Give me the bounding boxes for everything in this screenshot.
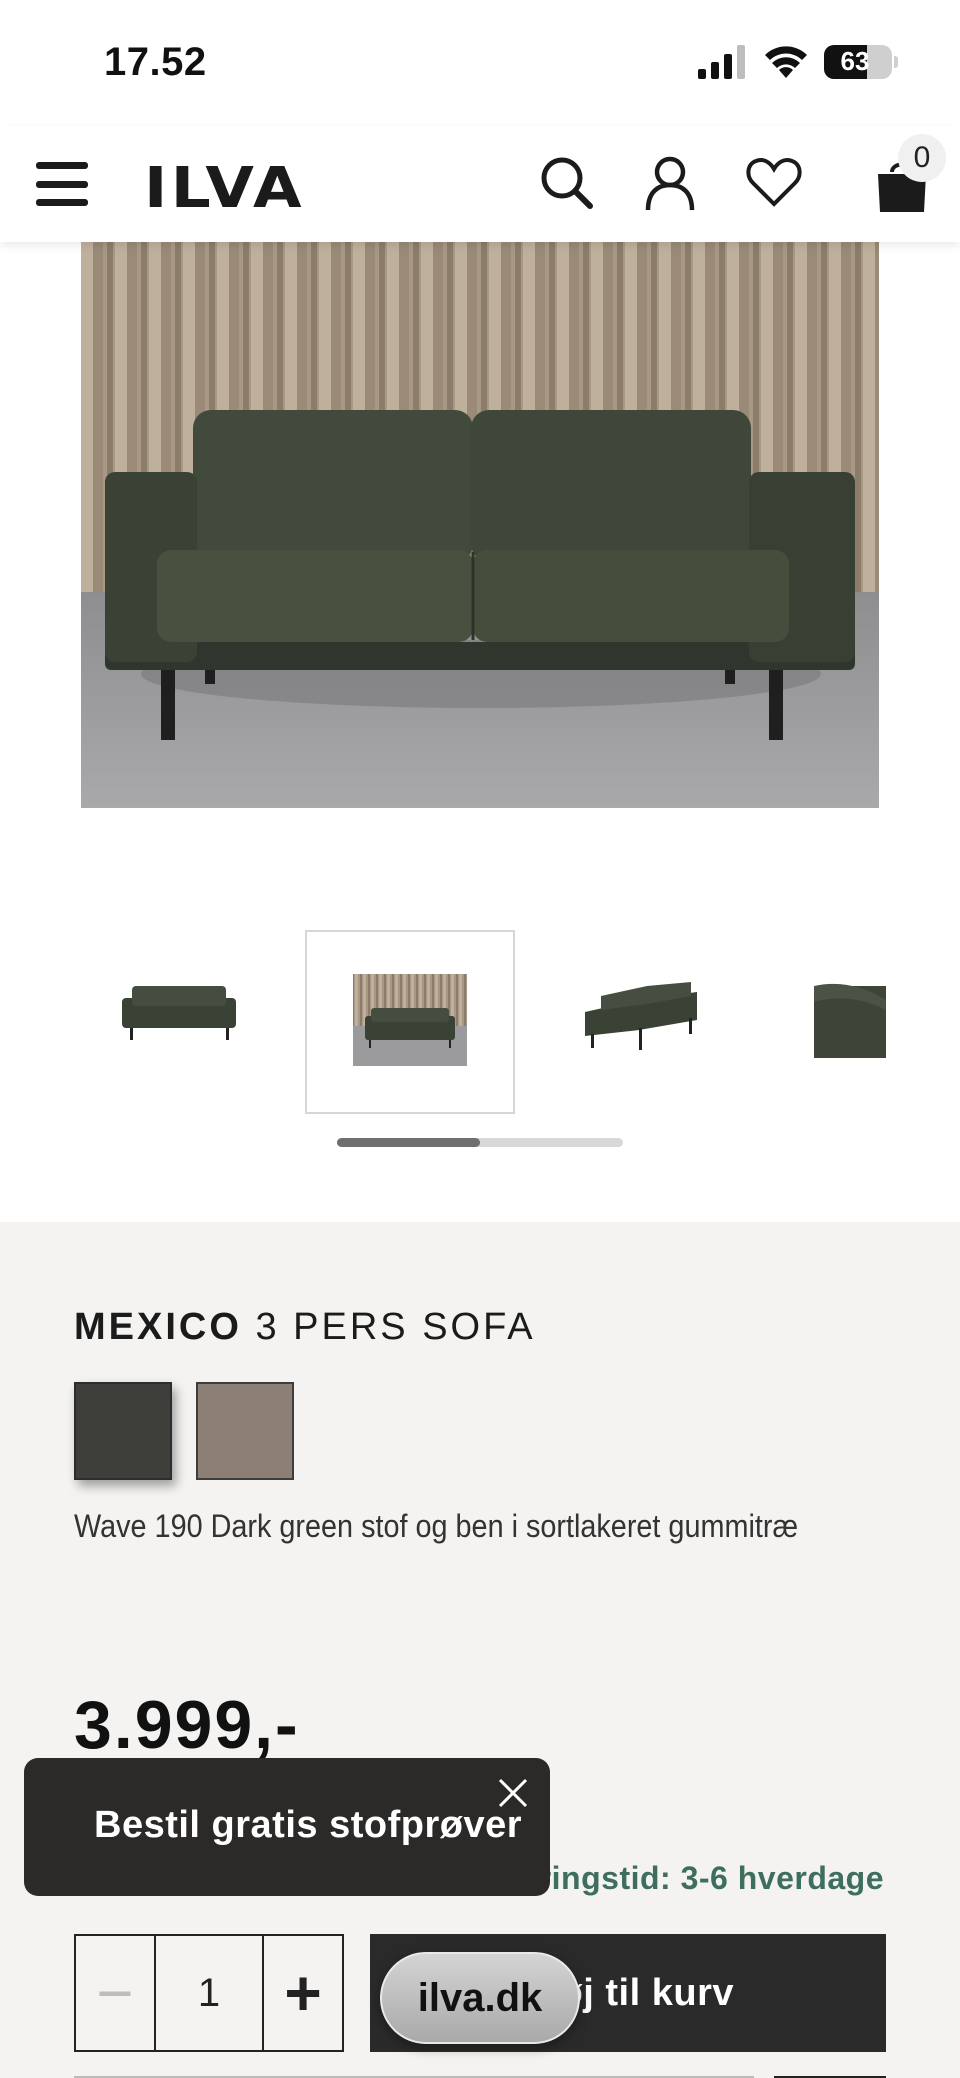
search-icon[interactable] <box>536 152 596 212</box>
ilva-logo[interactable]: ILVA <box>144 156 305 221</box>
toast-message[interactable]: Bestil gratis stofprøver <box>94 1804 522 1847</box>
product-hero-image[interactable] <box>81 242 879 808</box>
battery-level: 63 <box>840 46 870 76</box>
quantity-stepper: − 1 + <box>74 1934 344 2052</box>
status-time: 17.52 <box>104 40 207 84</box>
product-title-brand: MEXICO <box>74 1306 242 1348</box>
delivery-time: eringstid: 3-6 hverdage <box>520 1860 884 1896</box>
variant-description: Wave 190 Dark green stof og ben i sortla… <box>74 1508 799 1544</box>
cart-count-badge: 0 <box>898 134 946 182</box>
signal-icon <box>698 45 745 79</box>
thumbnail-3[interactable] <box>535 930 745 1114</box>
product-title-type: 3 PERS SOFA <box>241 1306 536 1348</box>
url-text: ilva.dk <box>417 1975 543 2020</box>
status-bar: 17.52 63 <box>0 0 960 126</box>
status-icons: 63 <box>698 42 898 82</box>
fabric-samples-toast[interactable]: Bestil gratis stofprøver <box>24 1758 550 1896</box>
quantity-increase-button[interactable]: + <box>262 1936 342 2050</box>
product-price: 3.999,- <box>74 1687 300 1763</box>
add-to-cart-label: øj til kurv <box>559 1971 734 2014</box>
color-swatch-dark-green[interactable] <box>74 1382 172 1480</box>
close-icon[interactable] <box>490 1770 536 1816</box>
color-swatch-taupe[interactable] <box>196 1382 294 1480</box>
thumbnail-4[interactable] <box>750 930 960 1114</box>
menu-icon[interactable] <box>36 162 88 206</box>
quantity-value[interactable]: 1 <box>156 1936 262 2050</box>
wifi-icon <box>765 46 807 78</box>
carousel-scrollbar-thumb[interactable] <box>337 1138 480 1147</box>
battery-icon: 63 <box>824 45 892 79</box>
carousel-scrollbar[interactable] <box>337 1138 623 1147</box>
quantity-decrease-button[interactable]: − <box>76 1936 156 2050</box>
thumbnail-1[interactable] <box>74 930 284 1114</box>
thumbnail-2[interactable] <box>305 930 515 1114</box>
product-title: MEXICO 3 PERS SOFA <box>74 1306 536 1349</box>
thumbnail-carousel <box>0 930 960 1114</box>
site-header: ILVA 0 <box>0 126 960 242</box>
browser-url-pill[interactable]: ilva.dk <box>380 1952 580 2044</box>
wishlist-heart-icon[interactable] <box>744 152 804 212</box>
product-info-section: MEXICO 3 PERS SOFA Wave 190 Dark green s… <box>0 1222 960 2078</box>
account-icon[interactable] <box>640 152 700 212</box>
